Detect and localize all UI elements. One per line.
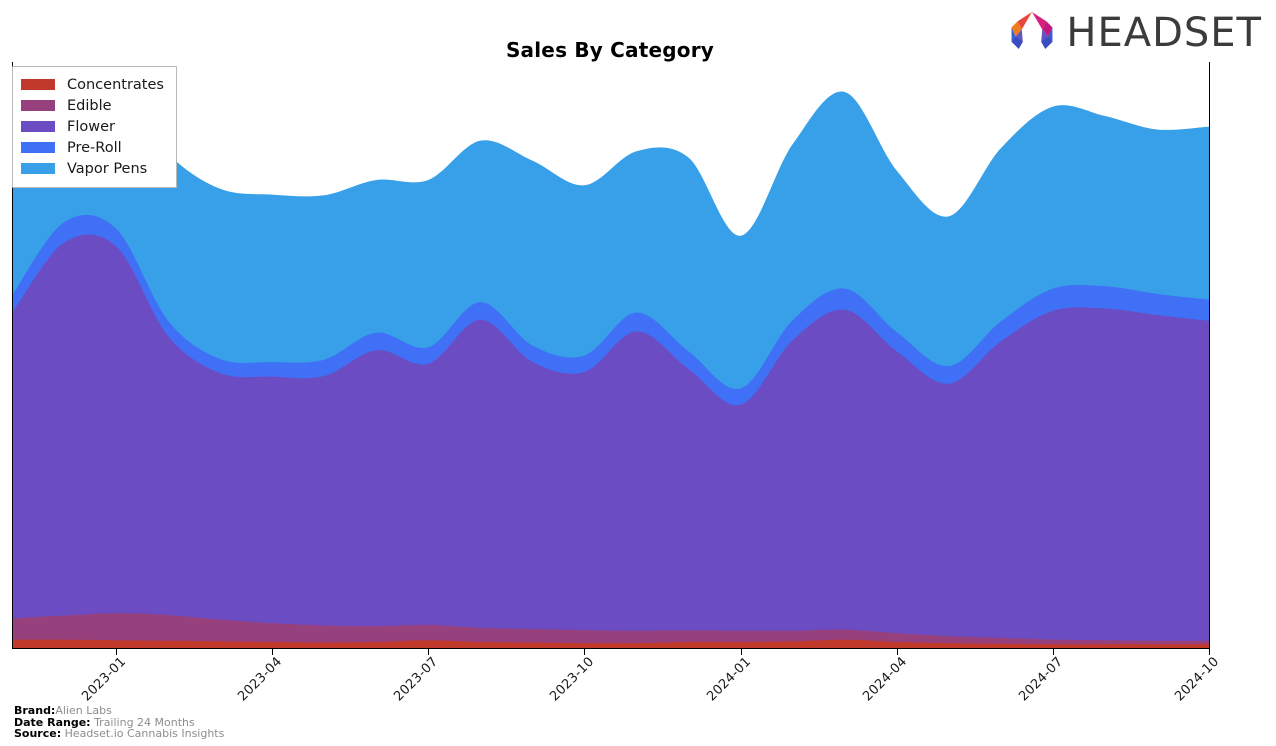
- x-axis-tick-label: 2023-10: [547, 654, 598, 705]
- legend-swatch-icon: [21, 121, 55, 132]
- headset-brand-logo: HEADSET: [1006, 8, 1262, 58]
- legend-item-label: Edible: [67, 97, 112, 114]
- x-axis-tick-label: 2024-04: [859, 654, 910, 705]
- chart-legend: Concentrates Edible Flower Pre-Roll Vapor Pe…: [12, 66, 177, 188]
- legend-item-label: Concentrates: [67, 76, 164, 93]
- legend-item-concentrates[interactable]: Concentrates: [21, 74, 164, 95]
- legend-item-label: Vapor Pens: [67, 160, 148, 177]
- legend-swatch-icon: [21, 163, 55, 174]
- plot-right-border: [1209, 62, 1210, 649]
- chart-footer: Brand:Alien Labs Date Range: Trailing 24…: [14, 705, 224, 740]
- brand-wordmark: HEADSET: [1066, 10, 1262, 56]
- footer-source-row: Source: Headset.io Cannabis Insights: [14, 728, 224, 740]
- x-axis-tick-label: 2023-07: [391, 654, 442, 705]
- footer-source-value: Headset.io Cannabis Insights: [64, 727, 225, 741]
- legend-swatch-icon: [21, 142, 55, 153]
- legend-item-label: Flower: [67, 118, 115, 135]
- legend-item-vapor-pens[interactable]: Vapor Pens: [21, 158, 164, 179]
- x-axis-tick-label: 2024-07: [1016, 654, 1067, 705]
- x-axis-tick-label: 2023-01: [79, 654, 130, 705]
- headset-arch-logo: [1011, 12, 1053, 49]
- x-axis-tick: [1209, 649, 1210, 655]
- x-axis-tick: [1052, 649, 1054, 655]
- x-axis-tick-label: 2024-01: [703, 654, 754, 705]
- x-axis-line: [12, 648, 1210, 649]
- legend-item-pre-roll[interactable]: Pre-Roll: [21, 137, 164, 158]
- x-axis-tick-label: 2023-04: [235, 654, 286, 705]
- legend-item-label: Pre-Roll: [67, 139, 122, 156]
- x-axis-tick-label: 2024-10: [1172, 654, 1223, 705]
- plot-area: [12, 62, 1209, 649]
- legend-swatch-icon: [21, 79, 55, 90]
- legend-swatch-icon: [21, 100, 55, 111]
- sales-by-category-chart: Sales By Category HEADSET 2023-01 2023-04…: [0, 0, 1276, 746]
- footer-source-key: Source:: [14, 727, 62, 741]
- legend-item-flower[interactable]: Flower: [21, 116, 164, 137]
- legend-item-edible[interactable]: Edible: [21, 95, 164, 116]
- x-axis-tick: [896, 649, 898, 655]
- stacked-area-svg: [12, 71, 1209, 649]
- x-axis-tick: [740, 649, 742, 655]
